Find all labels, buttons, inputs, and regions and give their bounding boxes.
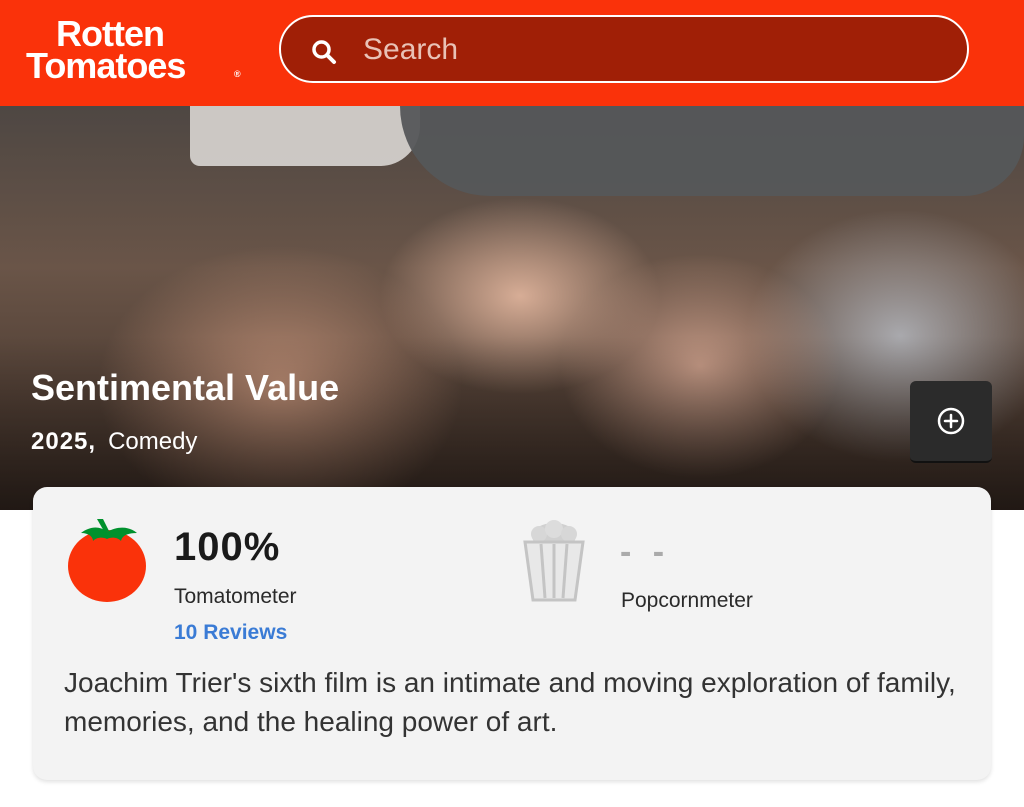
search-bar[interactable] — [279, 15, 969, 83]
movie-genre: Comedy — [108, 428, 198, 455]
popcornmeter-label: Popcornmeter — [621, 589, 753, 612]
add-to-watchlist-button[interactable] — [910, 381, 992, 463]
movie-title: Sentimental Value — [31, 367, 340, 408]
reviews-count-link[interactable]: 10 Reviews — [174, 621, 287, 645]
hero-background-detail — [190, 106, 420, 166]
tomatometer-score: 100% — [174, 525, 281, 569]
popcornmeter-score: - - — [620, 533, 671, 571]
site-header: Rotten Tomatoes ® — [0, 0, 1024, 106]
movie-year: 2025, — [31, 428, 97, 455]
logo-line-2: Tomatoes — [26, 45, 186, 86]
rotten-tomatoes-logo[interactable]: Rotten Tomatoes ® — [26, 16, 246, 88]
critics-consensus: Joachim Trier's sixth film is an intimat… — [64, 667, 956, 737]
tomatometer-label: Tomatometer — [174, 585, 297, 608]
hero-gradient-overlay — [0, 336, 1024, 510]
logo-registered-mark: ® — [234, 69, 241, 79]
fresh-tomato-icon — [68, 519, 146, 602]
plus-circle-icon — [937, 407, 965, 435]
search-icon — [312, 40, 336, 64]
hero-background-detail — [400, 106, 1024, 196]
search-input[interactable] — [361, 29, 925, 71]
popcorn-bucket-icon — [523, 520, 585, 602]
score-card: 100% Tomatometer 10 Reviews - - Popcornm… — [33, 487, 991, 780]
movie-meta: 2025, Comedy — [31, 428, 197, 456]
